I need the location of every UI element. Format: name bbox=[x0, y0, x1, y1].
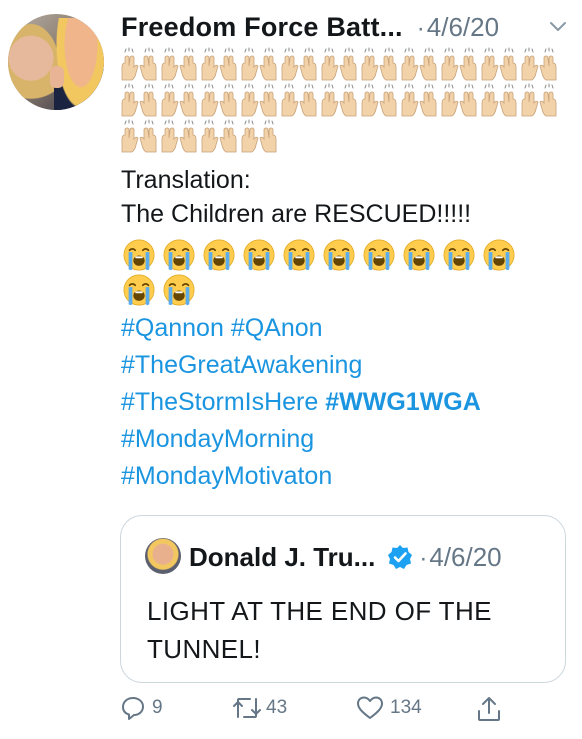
tweet-date[interactable]: 4/6/20 bbox=[427, 12, 499, 43]
chevron-down-icon[interactable] bbox=[548, 16, 568, 36]
raised-hands-icon bbox=[359, 46, 399, 82]
hashtag-link[interactable]: #Qannon bbox=[121, 314, 224, 342]
hashtag-link[interactable]: #MondayMotivaton bbox=[121, 462, 332, 490]
loudly-crying-face-icon bbox=[159, 237, 199, 273]
loudly-crying-face-icon bbox=[239, 237, 279, 273]
loudly-crying-face-icon bbox=[479, 237, 519, 273]
hashtag-spacer bbox=[224, 314, 231, 342]
raised-hands-icon bbox=[479, 82, 519, 118]
raised-hands-icon bbox=[199, 118, 239, 154]
loudly-crying-face-icon bbox=[359, 237, 399, 273]
emoji-row bbox=[119, 46, 559, 82]
reply-button[interactable]: 9 bbox=[120, 695, 163, 721]
loudly-crying-face-icon bbox=[159, 272, 199, 308]
raised-hands-icon bbox=[159, 82, 199, 118]
hashtag-line: #TheGreatAwakening bbox=[121, 347, 561, 384]
heart-icon bbox=[357, 696, 383, 719]
quoted-tweet-text: LIGHT AT THE END OF THE TUNNEL! bbox=[147, 596, 492, 664]
hashtag-line: #MondayMotivaton bbox=[121, 458, 561, 495]
verified-badge-icon bbox=[388, 545, 413, 569]
author-avatar[interactable] bbox=[8, 14, 104, 110]
emoji-row bbox=[119, 272, 199, 308]
share-icon bbox=[478, 697, 500, 721]
raised-hands-icon bbox=[439, 82, 479, 118]
header-separator: · bbox=[416, 15, 425, 42]
hashtag-line: #MondayMorning bbox=[121, 421, 561, 458]
retweet-icon bbox=[233, 698, 261, 718]
hashtag-link[interactable]: #QAnon bbox=[231, 314, 323, 342]
raised-hands-icon bbox=[279, 46, 319, 82]
raised-hands-icon bbox=[479, 46, 519, 82]
raised-hands-icon bbox=[239, 46, 279, 82]
loudly-crying-face-icon bbox=[119, 237, 159, 273]
quoted-tweet-card[interactable]: Donald J. Tru... · 4/6/20 LIGHT AT THE E… bbox=[120, 515, 566, 683]
author-name[interactable]: Freedom Force Batt... bbox=[121, 12, 403, 43]
raised-hands-emoji-group bbox=[119, 46, 559, 154]
raised-hands-icon bbox=[439, 46, 479, 82]
emoji-row bbox=[119, 237, 519, 273]
raised-hands-icon bbox=[399, 82, 439, 118]
raised-hands-icon bbox=[359, 82, 399, 118]
reply-icon bbox=[122, 697, 144, 720]
quoted-author-name: Donald J. Tru... bbox=[189, 542, 376, 572]
loudly-crying-face-icon bbox=[199, 237, 239, 273]
reply-count: 9 bbox=[152, 697, 163, 718]
quoted-header-separator: · bbox=[419, 545, 428, 572]
loudly-crying-face-icon bbox=[399, 237, 439, 273]
emoji-row bbox=[119, 118, 559, 154]
raised-hands-icon bbox=[399, 46, 439, 82]
hashtag-link[interactable]: #MondayMorning bbox=[121, 425, 314, 453]
raised-hands-icon bbox=[119, 118, 159, 154]
like-button[interactable]: 134 bbox=[356, 695, 422, 721]
raised-hands-icon bbox=[159, 118, 199, 154]
raised-hands-icon bbox=[519, 82, 559, 118]
hashtag-link[interactable]: #TheGreatAwakening bbox=[121, 351, 362, 379]
retweet-count: 43 bbox=[266, 697, 288, 718]
raised-hands-icon bbox=[119, 46, 159, 82]
raised-hands-icon bbox=[239, 82, 279, 118]
tweet-text-line: The Children are RESCUED!!!!! bbox=[121, 200, 472, 228]
hashtag-line: #Qannon #QAnon bbox=[121, 310, 561, 347]
hashtag-link[interactable]: #TheStormIsHere bbox=[121, 388, 318, 416]
quoted-tweet-header: Donald J. Tru... · 4/6/20 bbox=[189, 540, 502, 573]
tweet-header: Freedom Force Batt... · 4/6/20 bbox=[121, 12, 568, 46]
raised-hands-icon bbox=[319, 82, 359, 118]
retweet-button[interactable]: 43 bbox=[232, 695, 287, 721]
hashtag-line: #TheStormIsHere #WWG1WGA bbox=[121, 384, 561, 421]
quoted-author-avatar bbox=[145, 538, 181, 574]
raised-hands-icon bbox=[119, 82, 159, 118]
quoted-tweet-date: 4/6/20 bbox=[429, 542, 502, 572]
loudly-crying-face-icon bbox=[439, 237, 479, 273]
raised-hands-icon bbox=[519, 46, 559, 82]
loudly-crying-face-icon bbox=[119, 272, 159, 308]
raised-hands-icon bbox=[319, 46, 359, 82]
loudly-crying-face-icon bbox=[279, 237, 319, 273]
share-button[interactable] bbox=[476, 695, 502, 723]
emoji-row bbox=[119, 82, 559, 118]
loudly-crying-face-icon bbox=[319, 237, 359, 273]
hashtag-list: #Qannon #QAnon #TheGreatAwakening #TheStor… bbox=[121, 310, 561, 495]
raised-hands-icon bbox=[279, 82, 319, 118]
tweet-actions: 9 43 134 bbox=[120, 695, 570, 735]
raised-hands-icon bbox=[159, 46, 199, 82]
raised-hands-icon bbox=[239, 118, 279, 154]
tweet-text-line: Translation: bbox=[121, 166, 251, 194]
like-count: 134 bbox=[390, 697, 422, 718]
raised-hands-icon bbox=[199, 82, 239, 118]
raised-hands-icon bbox=[199, 46, 239, 82]
hashtag-link[interactable]: #WWG1WGA bbox=[325, 388, 481, 416]
